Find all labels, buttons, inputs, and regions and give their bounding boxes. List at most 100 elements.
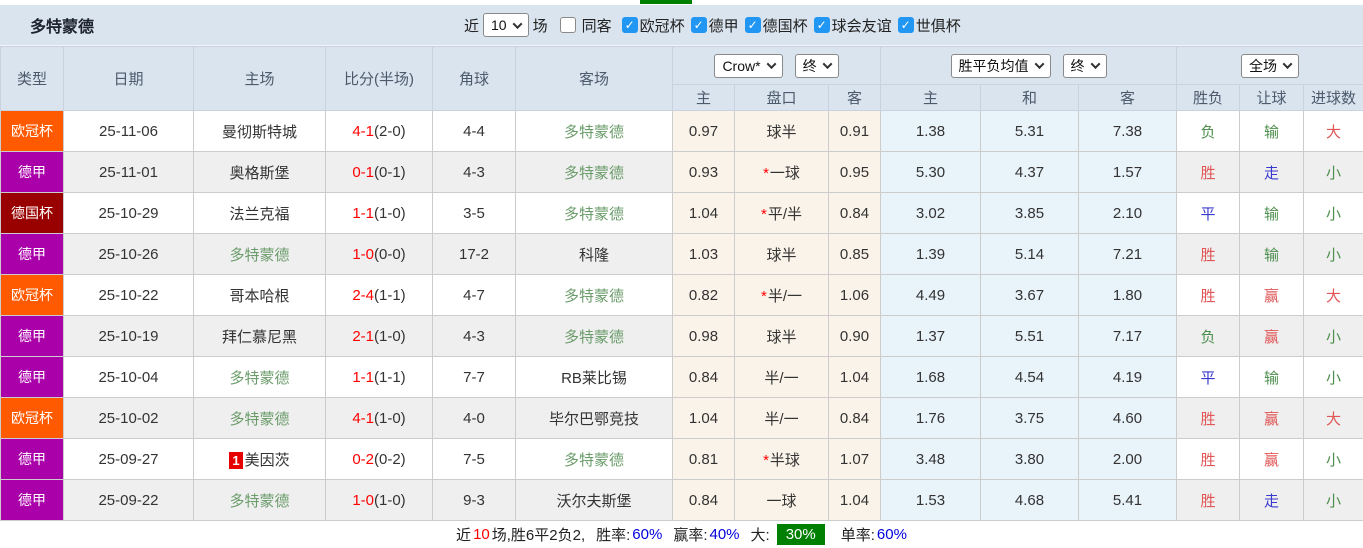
home-team[interactable]: 多特蒙德 [194,398,326,439]
footer-single-rate: 60% [877,526,907,543]
avg-time-select[interactable]: 终 [1063,54,1107,78]
odds-home-cell: 0.82 [673,275,735,316]
result-handicap-cell: 赢 [1240,398,1304,439]
away-team[interactable]: 多特蒙德 [516,193,673,234]
result-handicap-cell: 输 [1240,357,1304,398]
table-row: 欧冠杯 25-10-22 哥本哈根 2-4(1-1) 4-7 多特蒙德 0.82… [1,275,1363,316]
home-team[interactable]: 拜仁慕尼黑 [194,316,326,357]
fulltime-score: 0-2 [352,451,374,468]
handicap-star: * [761,206,767,223]
league-checkbox[interactable] [814,17,830,33]
result-handicap-cell: 输 [1240,111,1304,152]
home-team[interactable]: 1美因茨 [194,439,326,480]
home-team-name: 多特蒙德 [229,370,289,387]
home-team[interactable]: 奥格斯堡 [194,152,326,193]
home-team[interactable]: 哥本哈根 [194,275,326,316]
period-select[interactable]: 全场 [1241,54,1299,78]
avg-home-cell: 1.38 [881,111,981,152]
handicap-cell: *一球 [735,152,829,193]
filter-bar: 近 10 场 同客 欧冠杯 德甲 德国杯 球会友谊 世俱杯 [460,5,961,45]
home-team[interactable]: 法兰克福 [194,193,326,234]
same-away-checkbox[interactable] [560,17,576,33]
league-filter-label: 欧冠杯 [640,15,685,36]
away-team[interactable]: 多特蒙德 [516,275,673,316]
handicap-text: 平/半 [768,206,802,223]
away-team[interactable]: 多特蒙德 [516,152,673,193]
col-header-avg-away: 客 [1079,85,1177,111]
odds-time-select[interactable]: 终 [795,54,839,78]
handicap-text: 一球 [770,165,800,182]
odds-home-cell: 1.04 [673,193,735,234]
home-team[interactable]: 多特蒙德 [194,480,326,521]
footer-summary: 场,胜6平2负2, [492,524,585,545]
score-cell: 2-1(1-0) [326,316,433,357]
halftime-score: (0-2) [374,451,406,468]
result-wdl-cell: 胜 [1177,398,1240,439]
league-filter-item: 德国杯 [739,15,808,36]
halftime-score: (2-0) [374,123,406,140]
col-header-avg-draw: 和 [981,85,1079,111]
result-goals-cell: 小 [1304,439,1363,480]
league-filter-label: 德甲 [709,15,739,36]
halftime-score: (1-1) [374,369,406,386]
handicap-text: 半/一 [768,288,802,305]
handicap-star: * [763,452,769,469]
away-team[interactable]: 毕尔巴鄂竞技 [516,398,673,439]
league-badge: 德甲 [1,480,64,521]
away-team[interactable]: 多特蒙德 [516,316,673,357]
odds-away-cell: 0.84 [829,398,881,439]
odds-company-select[interactable]: Crow* [714,54,782,78]
home-team-name: 曼彻斯特城 [222,124,297,141]
fulltime-score: 4-1 [352,410,374,427]
footer-win-rate-label: 胜率: [596,524,630,545]
away-team[interactable]: 科隆 [516,234,673,275]
odds-away-cell: 0.84 [829,193,881,234]
league-checkbox[interactable] [745,17,761,33]
handicap-cell: *平/半 [735,193,829,234]
table-row: 德甲 25-10-26 多特蒙德 1-0(0-0) 17-2 科隆 1.03 *… [1,234,1363,275]
result-wdl-cell: 胜 [1177,439,1240,480]
result-handicap-cell: 走 [1240,480,1304,521]
col-header-odds-home: 主 [673,85,735,111]
result-wdl-cell: 胜 [1177,152,1240,193]
result-goals-cell: 小 [1304,480,1363,521]
league-checkbox[interactable] [622,17,638,33]
footer-big-label: 大: [751,524,770,545]
col-header-home: 主场 [194,47,326,111]
away-team[interactable]: 沃尔夫斯堡 [516,480,673,521]
home-team[interactable]: 曼彻斯特城 [194,111,326,152]
home-team[interactable]: 多特蒙德 [194,357,326,398]
handicap-cell: *球半 [735,234,829,275]
odds-time-value: 终 [803,57,817,75]
away-team[interactable]: 多特蒙德 [516,439,673,480]
away-team[interactable]: 多特蒙德 [516,111,673,152]
result-goals-cell: 小 [1304,316,1363,357]
table-row: 德甲 25-09-22 多特蒙德 1-0(1-0) 9-3 沃尔夫斯堡 0.84… [1,480,1363,521]
home-team-name: 多特蒙德 [229,493,289,510]
home-team[interactable]: 多特蒙德 [194,234,326,275]
league-checkbox[interactable] [898,17,914,33]
odds-group-header: Crow* 终 [673,47,881,85]
avg-draw-cell: 3.85 [981,193,1079,234]
avg-home-cell: 5.30 [881,152,981,193]
home-team-name: 多特蒙德 [229,247,289,264]
section-header-bar: 多特蒙德 近 10 场 同客 欧冠杯 德甲 德国杯 球会友谊 世俱杯 [0,5,1363,46]
footer-handicap-rate-label: 赢率: [673,524,707,545]
odds-away-cell: 0.91 [829,111,881,152]
avg-home-cell: 1.76 [881,398,981,439]
col-header-result-wdl: 胜负 [1177,85,1240,111]
matches-table: 类型 日期 主场 比分(半场) 角球 客场 Crow* 终 [0,46,1363,521]
result-goals-cell: 大 [1304,111,1363,152]
avg-draw-cell: 5.31 [981,111,1079,152]
avg-draw-cell: 4.37 [981,152,1079,193]
fulltime-score: 4-1 [352,123,374,140]
table-row: 欧冠杯 25-11-06 曼彻斯特城 4-1(2-0) 4-4 多特蒙德 0.9… [1,111,1363,152]
result-goals-cell: 小 [1304,234,1363,275]
league-checkbox[interactable] [691,17,707,33]
away-team[interactable]: RB莱比锡 [516,357,673,398]
away-team-name: 毕尔巴鄂竞技 [549,411,639,428]
recent-count-select[interactable]: 10 [483,13,529,37]
avg-type-select[interactable]: 胜平负均值 [951,54,1051,78]
home-team-name: 法兰克福 [229,206,289,223]
table-row: 欧冠杯 25-10-02 多特蒙德 4-1(1-0) 4-0 毕尔巴鄂竞技 1.… [1,398,1363,439]
